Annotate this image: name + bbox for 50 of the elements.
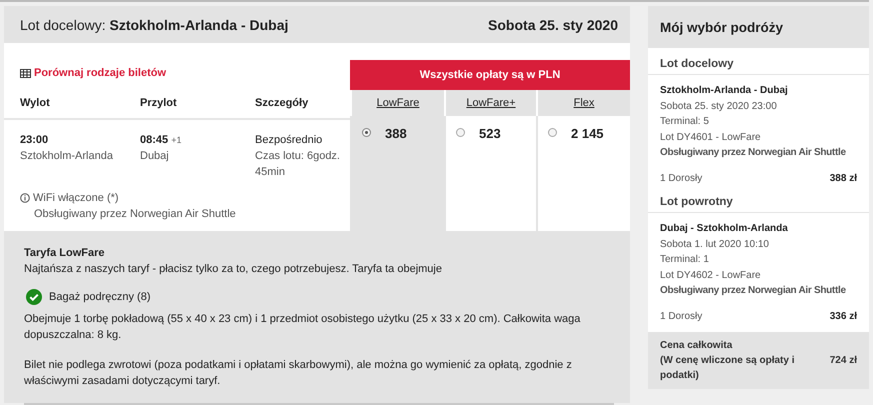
baggage-note: Obejmuje 1 torbę pokładową (55 x 40 x 23 cm) i 1 przedmiot osobistego użytku (25 x 33 x 20 cm). Całkowita waga dopuszczalna: 8 kg.	[24, 312, 582, 343]
operator-text: Obsługiwany przez Norwegian Air Shuttle	[660, 146, 847, 160]
leg-datetime: Sobota 1. lut 2020 10:10	[660, 238, 770, 252]
refund-note: Bilet nie podlega zwrotowi (poza podatkami i opłatami skarbowymi), ale można go wymienić za opłatą, zgodnie z właściwymi zasadami dotyczącymi taryf.	[24, 358, 573, 389]
fare-price: 523	[479, 126, 501, 141]
radio-button[interactable]	[456, 128, 465, 137]
total-label: Cena całkowita	[660, 339, 734, 353]
radio-button[interactable]	[362, 128, 371, 137]
flight-type: Bezpośrednio	[255, 133, 324, 148]
terminal-text: Terminal: 5	[660, 115, 710, 129]
wifi-info: WiFi włączone (*)	[33, 192, 119, 204]
flight-duration: Czas lotu: 6godz. 45min	[255, 149, 341, 180]
fare-price: 388	[385, 126, 407, 141]
currency-banner: Wszystkie opłaty są w PLN	[350, 60, 630, 90]
arrival-time: 08:45	[140, 134, 168, 146]
fare-price: 2 145	[571, 126, 604, 141]
passenger-count: 1 Dorosły	[660, 172, 702, 186]
flight-number: Lot DY4601 - LowFare	[660, 130, 762, 144]
table-icon	[20, 68, 31, 78]
departure-time: 23:00	[20, 133, 50, 148]
radio-button[interactable]	[548, 128, 557, 137]
total-note: (W cenę wliczone są opłaty i podatki)	[660, 354, 796, 383]
leg-heading: Lot powrotny	[648, 186, 869, 213]
operator-text: Obsługiwany przez Norwegian Air Shuttle	[34, 208, 237, 220]
leg-datetime: Sobota 25. sty 2020 23:00	[660, 100, 778, 114]
total-price: 724 zł	[830, 354, 857, 368]
summary-title: Mój wybór podróży	[648, 6, 869, 48]
compare-link[interactable]: Porównaj rodzaje biletów	[34, 67, 166, 79]
leg-price: 388 zł	[830, 172, 857, 186]
leg-price: 336 zł	[830, 310, 857, 324]
fare-tab[interactable]: Flex	[574, 97, 594, 109]
leg-heading: Lot docelowy	[648, 48, 869, 75]
fare-description: Najtańsza z naszych taryf - płacisz tylko za to, czego potrzebujesz. Taryfa ta obejmuje	[24, 262, 443, 277]
fare-title: Taryfa LowFare	[24, 246, 106, 261]
departure-airport: Sztokholm-Arlanda	[20, 149, 114, 164]
flight-number: Lot DY4602 - LowFare	[660, 268, 762, 282]
day-offset: +1	[171, 135, 182, 145]
arrival-airport: Dubaj	[140, 149, 170, 164]
baggage-item: Bagaż podręczny (8)	[49, 290, 150, 305]
passenger-count: 1 Dorosły	[660, 310, 702, 324]
terminal-text: Terminal: 1	[660, 253, 710, 267]
info-icon	[20, 193, 30, 203]
column-header: Wylot	[20, 97, 51, 109]
column-header: Przylot	[140, 97, 178, 109]
destination-heading: Lot docelowy: Sztokholm-Arlanda - Dubaj	[20, 16, 288, 32]
column-header: Szczegóły	[255, 97, 310, 109]
operator-text: Obsługiwany przez Norwegian Air Shuttle	[660, 284, 847, 298]
leg-route: Dubaj - Sztokholm-Arlanda	[660, 222, 789, 236]
flight-date: Sobota 25. sty 2020	[488, 16, 618, 32]
leg-route: Sztokholm-Arlanda - Dubaj	[660, 84, 789, 98]
